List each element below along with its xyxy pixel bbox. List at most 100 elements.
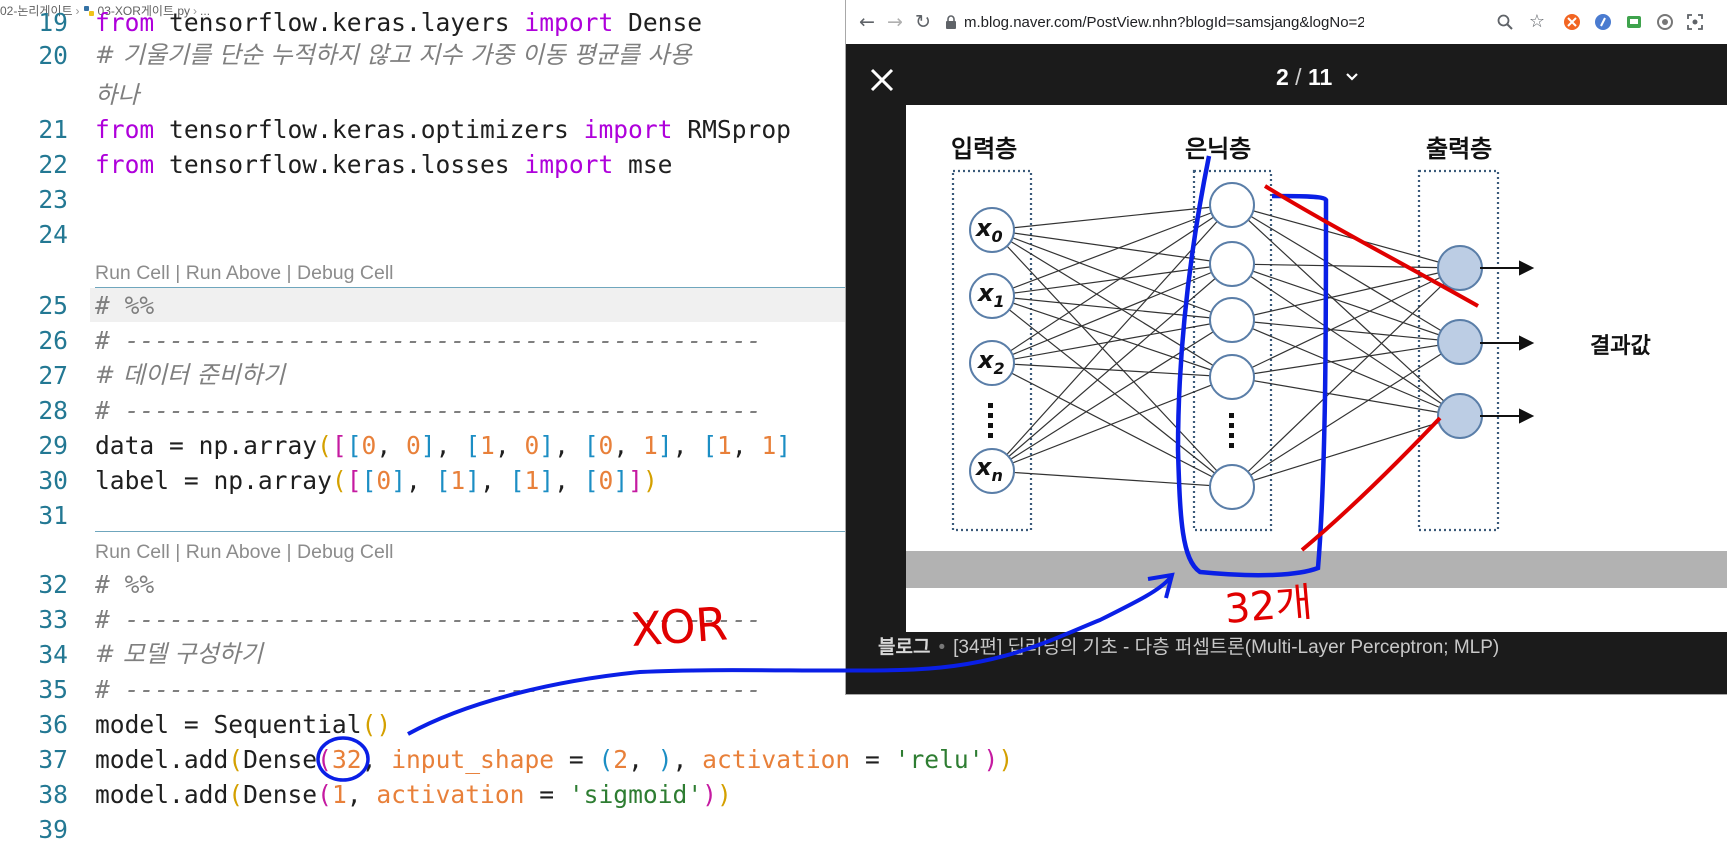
codelens-separator: |: [281, 541, 298, 563]
comment: # 기울기를 단순 누적하지 않고 지수 가중 이동 평균를 사용: [95, 41, 692, 69]
counter-separator: /: [1288, 64, 1308, 90]
number: 0: [361, 431, 377, 460]
bracket: [: [331, 431, 347, 460]
keyword-argument: activation: [376, 780, 525, 809]
bracket: (: [317, 780, 332, 809]
line-number: 33: [38, 605, 68, 634]
keyword: import: [583, 115, 673, 144]
bracket: ]: [776, 431, 792, 460]
caption-separator: •: [938, 637, 946, 658]
bracket: [: [361, 466, 377, 495]
code-text: Dense: [243, 780, 318, 809]
zoom-icon[interactable]: [1496, 13, 1514, 31]
input-ellipsis: [988, 403, 993, 438]
extension-icon[interactable]: [1625, 13, 1643, 31]
debug-cell-link[interactable]: Debug Cell: [297, 262, 393, 284]
bracket: [: [583, 466, 599, 495]
code-text: ,: [554, 466, 584, 495]
network-edge: [1231, 263, 1461, 417]
mlp-diagram-image: 입력층 은닉층 출력층 결과값 x0 x1 x2 xn: [906, 105, 1727, 632]
cell-separator: [95, 531, 855, 532]
network-edge: [991, 362, 1233, 488]
line-number: 23: [38, 185, 68, 214]
line-number: 38: [38, 780, 68, 809]
code-text: model = Sequential: [95, 710, 362, 739]
bracket: ]: [628, 466, 643, 495]
network-edge: [1231, 204, 1461, 343]
line-number: 20: [38, 41, 68, 70]
network-edge: [1231, 376, 1461, 417]
network-edge: [1231, 341, 1461, 488]
network-edge: [1231, 415, 1461, 488]
run-above-link[interactable]: Run Above: [186, 541, 281, 563]
comment: # --------------------------------------…: [95, 326, 762, 355]
image-counter[interactable]: 2 / 11: [1276, 64, 1359, 91]
image-caption: 블로그 • [34편] 딥러닝의 기초 - 다층 퍼셉트론(Multi-Layer …: [878, 632, 1499, 659]
bracket: ): [702, 780, 717, 809]
network-edge: [1231, 267, 1461, 378]
line-number: 26: [38, 326, 68, 355]
browser-window: ← → ↻ m.blog.naver.com/PostView.nhn?blog…: [845, 0, 1727, 695]
comment: # 데이터 준비하기: [95, 361, 285, 389]
bracket: ): [983, 745, 999, 774]
network-edge: [991, 229, 1233, 265]
number: 1: [450, 466, 466, 495]
keyword: import: [524, 150, 614, 179]
python-file-icon: [83, 6, 94, 16]
code-text: RMSprop: [672, 115, 791, 144]
run-cell-link[interactable]: Run Cell: [95, 262, 170, 284]
bracket: ]: [465, 466, 481, 495]
caption-title[interactable]: [34편] 딥러닝의 기초 - 다층 퍼셉트론(Multi-Layer Perc…: [953, 637, 1499, 658]
network-edge: [991, 204, 1233, 364]
codelens-separator: |: [169, 262, 186, 284]
code-text: =: [524, 780, 569, 809]
bracket: [: [702, 431, 718, 460]
back-icon[interactable]: ←: [856, 11, 878, 33]
network-edge: [991, 204, 1233, 297]
number: 1: [480, 431, 495, 460]
network-edge: [991, 470, 1233, 488]
address-bar[interactable]: m.blog.naver.com/PostView.nhn?blogId=sam…: [964, 12, 1364, 34]
line-number: 34: [38, 640, 68, 669]
code-text: ,: [346, 780, 377, 809]
number: 1: [642, 431, 658, 460]
code-text: ,: [628, 745, 658, 774]
hidden-node: [1209, 354, 1255, 400]
code-text: data = np.array: [95, 431, 318, 460]
line-number: 29: [38, 431, 68, 460]
network-edge: [1231, 267, 1461, 488]
caption-blog-label[interactable]: 블로그: [878, 637, 930, 658]
reload-icon[interactable]: ↻: [912, 11, 934, 33]
line-number: 30: [38, 466, 68, 495]
code-text: =: [850, 745, 895, 774]
keyword: from: [95, 8, 155, 37]
extension-icon[interactable]: [1563, 13, 1581, 31]
counter-current: 2: [1276, 64, 1289, 90]
bracket: ]: [613, 466, 629, 495]
bracket: (: [228, 780, 244, 809]
forward-icon[interactable]: →: [884, 11, 906, 33]
run-above-link[interactable]: Run Above: [186, 262, 281, 284]
network-edge: [991, 204, 1233, 231]
extension-icon[interactable]: [1656, 13, 1674, 31]
keyword: from: [95, 150, 155, 179]
screenshot-icon[interactable]: [1686, 13, 1704, 31]
code-text: mse: [613, 150, 673, 179]
bracket: ): [642, 466, 658, 495]
code-text: tensorflow.keras.layers: [154, 8, 525, 37]
bookmark-star-icon[interactable]: ☆: [1526, 11, 1548, 33]
bracket: ): [716, 780, 732, 809]
line-number: 28: [38, 396, 68, 425]
line-number: 21: [38, 115, 68, 144]
network-edge: [1231, 341, 1461, 378]
line-number: 36: [38, 710, 68, 739]
extension-icon[interactable]: [1594, 13, 1612, 31]
network-edge: [1231, 319, 1461, 343]
number: 0: [405, 431, 421, 460]
code-text: =: [554, 745, 599, 774]
debug-cell-link[interactable]: Debug Cell: [297, 541, 393, 563]
close-icon[interactable]: [868, 66, 896, 94]
run-cell-link[interactable]: Run Cell: [95, 541, 170, 563]
comment: # %%: [95, 291, 155, 320]
code-text: Dense: [243, 745, 318, 774]
